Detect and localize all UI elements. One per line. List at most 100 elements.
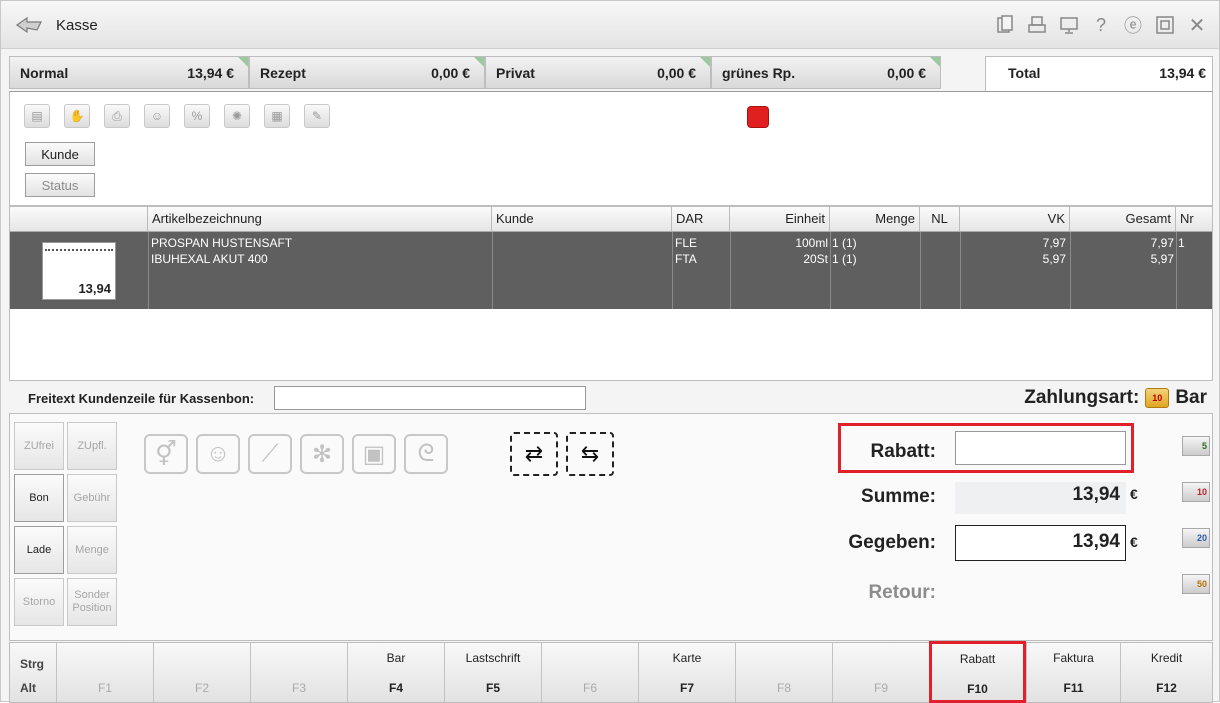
fkey-label: Bar	[386, 651, 406, 665]
zahlungsart-value: Bar	[1175, 387, 1207, 408]
card-reader-icon[interactable]: ▤	[24, 104, 50, 128]
header-menge[interactable]: Menge	[830, 207, 920, 231]
payment-panel: ZUfrei ZUpfl. Bon Gebühr Lade Menge Stor…	[9, 413, 1213, 641]
handshake-icon[interactable]: ✋	[64, 104, 90, 128]
fkey-label: Karte	[672, 651, 702, 665]
header-vk[interactable]: VK	[960, 207, 1070, 231]
kunde-button[interactable]: Kunde	[25, 142, 95, 166]
restore-icon[interactable]	[1153, 13, 1177, 37]
row-einheit: 100ml	[795, 236, 828, 250]
discount-icon[interactable]: %	[184, 104, 210, 128]
help-icon[interactable]: ?	[1089, 13, 1113, 37]
lade-button[interactable]: Lade	[14, 526, 64, 574]
tab-gruenes-rp[interactable]: grünes Rp. 0,00 €	[711, 56, 941, 89]
fkey-label: Rabatt	[959, 652, 996, 666]
tab-normal[interactable]: Normal 13,94 €	[9, 56, 249, 89]
customers-icon[interactable]: ☺	[144, 104, 170, 128]
fkey-key: F11	[1063, 681, 1084, 695]
bon-button[interactable]: Bon	[14, 474, 64, 522]
row-dar: FLE	[675, 236, 698, 250]
header-receipt	[10, 207, 148, 231]
table-row-selected[interactable]: 13,94 PROSPAN HUSTENSAFT FLE 100ml 1 (1)…	[10, 232, 1212, 309]
print-receipt-icon[interactable]: ⎙	[104, 104, 130, 128]
sonder-position-button[interactable]: Sonder Position	[67, 578, 117, 626]
fkey-key: F4	[388, 681, 403, 695]
banknote-20-icon[interactable]: 20	[1182, 528, 1210, 548]
fkey-key: F12	[1156, 681, 1177, 695]
zahlungsart-label: Zahlungsart:	[1024, 387, 1140, 408]
row-menge: 1 (1)	[832, 236, 857, 250]
zufrei-button[interactable]: ZUfrei	[14, 422, 64, 470]
f1-key[interactable]: F1	[56, 643, 153, 702]
printer-icon[interactable]	[1025, 13, 1049, 37]
f9-key[interactable]: F9	[832, 643, 929, 702]
header-einheit[interactable]: Einheit	[730, 207, 830, 231]
f7-key-karte[interactable]: Karte F7	[638, 643, 735, 702]
status-button[interactable]: Status	[25, 173, 95, 197]
f12-key-kredit[interactable]: Kredit F12	[1120, 643, 1212, 702]
summe-currency: €	[1130, 486, 1138, 502]
substitution-check-icon[interactable]: ⇆	[566, 432, 614, 476]
tab-value: 0,00 €	[887, 65, 926, 81]
f5-key-lastschrift[interactable]: Lastschrift F5	[444, 643, 541, 702]
f2-key[interactable]: F2	[153, 643, 250, 702]
title-bar: Kasse ? ⓔ ✕	[1, 1, 1219, 49]
header-artikelbezeichnung[interactable]: Artikelbezeichnung	[148, 207, 492, 231]
tools-icon[interactable]: ✎	[304, 104, 330, 128]
f8-key[interactable]: F8	[735, 643, 832, 702]
kidney-icon[interactable]: ᘓ	[404, 434, 448, 474]
row-einheit: 20St	[803, 252, 828, 266]
banknote-5-icon[interactable]: 5	[1182, 436, 1210, 456]
tab-rezept[interactable]: Rezept 0,00 €	[249, 56, 485, 89]
f11-key-faktura[interactable]: Faktura F11	[1026, 643, 1120, 702]
clipboard-icon[interactable]	[993, 13, 1017, 37]
alt-label: Alt	[20, 681, 36, 695]
fkey-key: F7	[679, 681, 694, 695]
tab-privat[interactable]: Privat 0,00 €	[485, 56, 711, 89]
pollen-icon[interactable]: ✻	[300, 434, 344, 474]
header-gesamt[interactable]: Gesamt	[1070, 207, 1176, 231]
thermometer-icon[interactable]: ⟋	[248, 434, 292, 474]
back-arrow-icon[interactable]	[15, 15, 43, 35]
f3-key[interactable]: F3	[250, 643, 347, 702]
zupfl-button[interactable]: ZUpfl.	[67, 422, 117, 470]
age-icon[interactable]: ☺	[196, 434, 240, 474]
fkey-key: F2	[194, 681, 209, 695]
zahlungsart: Zahlungsart: 10 Bar	[1024, 387, 1207, 409]
cash-icon: 10	[1145, 388, 1170, 408]
gebuehr-button[interactable]: Gebühr	[67, 474, 117, 522]
special-offer-icon[interactable]: ✺	[224, 104, 250, 128]
scale-icon[interactable]: ▣	[352, 434, 396, 474]
header-nr[interactable]: Nr	[1176, 207, 1212, 231]
document-icon[interactable]: ▦	[264, 104, 290, 128]
row-vk: 7,97	[1042, 236, 1066, 250]
gegeben-value: 13,94	[1072, 531, 1120, 552]
menge-button[interactable]: Menge	[67, 526, 117, 574]
fkey-key: F3	[291, 681, 306, 695]
status-indicator-icon	[747, 106, 769, 128]
freitext-input[interactable]	[274, 386, 586, 410]
header-nl[interactable]: NL	[920, 207, 960, 231]
tab-value: 0,00 €	[657, 65, 696, 81]
f4-key-bar[interactable]: Bar F4	[347, 643, 444, 702]
fkey-key: F9	[873, 681, 888, 695]
rabatt-input[interactable]	[955, 431, 1126, 465]
f10-key-rabatt[interactable]: Rabatt F10	[929, 641, 1026, 703]
gender-icon[interactable]: ⚥	[144, 434, 188, 474]
f6-key[interactable]: F6	[541, 643, 638, 702]
header-dar[interactable]: DAR	[672, 207, 730, 231]
fkey-key: F8	[776, 681, 791, 695]
monitor-icon[interactable]	[1057, 13, 1081, 37]
header-kunde[interactable]: Kunde	[492, 207, 672, 231]
summe-label: Summe:	[861, 486, 936, 507]
interaction-check-icon[interactable]: ⇄	[510, 432, 558, 476]
summe-value: 13,94	[1072, 484, 1120, 505]
banknote-50-icon[interactable]: 50	[1182, 574, 1210, 594]
banknote-10-icon[interactable]: 10	[1182, 482, 1210, 502]
close-icon[interactable]: ✕	[1185, 13, 1209, 37]
tab-label: Privat	[496, 65, 535, 81]
tab-value: 13,94 €	[187, 65, 234, 81]
e-icon[interactable]: ⓔ	[1121, 13, 1145, 37]
storno-button[interactable]: Storno	[14, 578, 64, 626]
tab-total[interactable]: Total 13,94 €	[985, 56, 1213, 91]
